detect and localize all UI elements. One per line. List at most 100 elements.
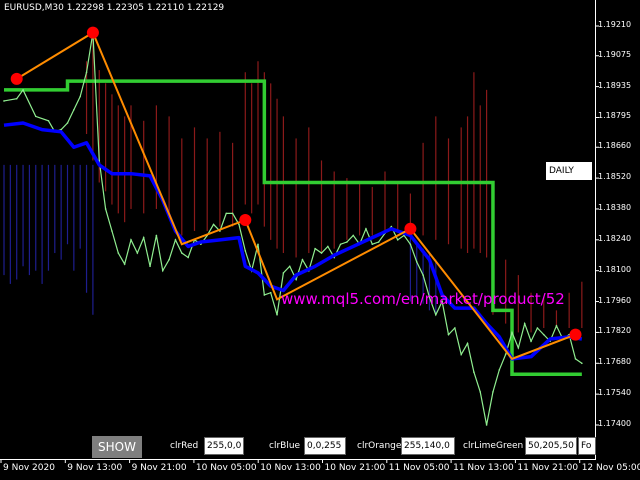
price-point (73, 108, 75, 111)
price-point (492, 391, 494, 393)
price-point (409, 243, 412, 246)
blue-line-group (3, 121, 583, 361)
time-tick-label: 12 Nov 05:00 (581, 463, 640, 473)
price-point (504, 353, 507, 356)
price-point (161, 269, 164, 272)
price-point (263, 294, 266, 296)
price-tick-label: 1.18100 (598, 264, 632, 274)
price-chart[interactable] (0, 0, 640, 480)
pivot-dot (404, 222, 417, 235)
price-tick-label: 1.18380 (598, 202, 632, 212)
param-input[interactable]: 50,205,50 (525, 437, 577, 455)
price-point (3, 100, 5, 102)
pivot-dot (569, 328, 582, 341)
price-point (238, 223, 240, 226)
param-input[interactable]: 0,0,255 (304, 437, 346, 455)
price-point (485, 424, 488, 426)
pivot-dot (10, 72, 23, 85)
price-point (511, 331, 513, 334)
daily-label: DAILY (546, 162, 592, 180)
price-line-group (3, 31, 583, 426)
price-point (415, 261, 418, 263)
time-tick-label: 10 Nov 05:00 (195, 463, 257, 473)
price-point (168, 258, 170, 261)
price-point (454, 327, 456, 329)
price-point (244, 250, 247, 252)
show-button[interactable]: SHOW (92, 436, 142, 458)
watermark-link[interactable]: www.mql5.com/en/market/product/52 (281, 290, 565, 308)
price-point (498, 369, 501, 371)
price-tick-label: 1.17960 (598, 295, 632, 305)
param-label: clrLimeGreen (461, 437, 526, 455)
pivot-dot (239, 213, 252, 226)
time-tick-label: 11 Nov 13:00 (453, 463, 514, 473)
price-point (447, 333, 450, 336)
blue-line (3, 121, 583, 361)
time-tick-label: 11 Nov 05:00 (388, 463, 450, 473)
time-tick-label: 9 Nov 21:00 (131, 463, 187, 473)
param-input[interactable]: Fo (578, 437, 596, 455)
param-label: clrRed (168, 437, 201, 455)
time-tick-label: 10 Nov 21:00 (324, 463, 386, 473)
price-point (377, 241, 380, 243)
price-point (22, 89, 24, 91)
price-point (542, 333, 545, 336)
price-point (288, 265, 291, 268)
price-tick-label: 1.18520 (598, 172, 632, 182)
price-point (269, 291, 272, 294)
price-point (517, 347, 520, 349)
price-point (473, 371, 475, 373)
price-point (396, 239, 399, 241)
price-point (301, 258, 304, 261)
price-tick-label: 1.18935 (598, 80, 632, 90)
price-point (149, 265, 151, 268)
price-point (346, 241, 348, 243)
price-line (3, 32, 583, 426)
price-point (314, 247, 316, 250)
price-tick-label: 1.19210 (598, 20, 632, 29)
price-point (181, 252, 183, 254)
price-tick-label: 1.18240 (598, 233, 632, 243)
price-point (581, 362, 583, 365)
price-tick-label: 1.17820 (598, 326, 632, 336)
price-point (536, 327, 539, 329)
price-point (295, 278, 297, 281)
price-point (174, 239, 177, 241)
param-input[interactable]: 255,0,0 (204, 437, 244, 455)
time-tick-label: 9 Nov 13:00 (67, 463, 123, 473)
time-tick-label: 11 Nov 21:00 (517, 463, 579, 473)
price-point (34, 115, 37, 118)
price-tick-label: 1.17680 (598, 357, 632, 367)
pivot-dot (86, 26, 99, 39)
time-tick-label: 9 Nov 2020 (3, 463, 55, 473)
price-point (371, 243, 374, 246)
price-point (555, 325, 558, 327)
price-point (276, 313, 278, 316)
price-point (257, 243, 259, 246)
price-point (111, 230, 113, 232)
price-tick-label: 1.19075 (598, 49, 632, 59)
price-tick-label: 1.17400 (598, 419, 632, 428)
price-point (339, 243, 342, 246)
price-point (365, 228, 367, 230)
price-point (66, 122, 69, 124)
price-tick-label: 1.18660 (598, 141, 632, 151)
price-tick-label: 1.18795 (598, 111, 632, 121)
price-point (523, 322, 526, 325)
price-point (136, 252, 139, 254)
price-point (352, 234, 355, 237)
price-point (320, 252, 323, 254)
price-point (117, 252, 120, 254)
price-point (187, 256, 189, 259)
price-point (282, 272, 285, 274)
price-point (123, 263, 126, 265)
chart-title: EURUSD,M30 1.22298 1.22305 1.22110 1.221… (4, 3, 225, 13)
param-label: clrOrange (355, 437, 404, 455)
param-input[interactable]: 255,140,0 (401, 437, 455, 455)
price-tick-label: 1.17540 (598, 388, 632, 398)
price-point (130, 239, 132, 241)
price-point (142, 236, 145, 239)
price-point (422, 274, 424, 276)
price-point (231, 212, 234, 215)
price-point (79, 95, 81, 98)
